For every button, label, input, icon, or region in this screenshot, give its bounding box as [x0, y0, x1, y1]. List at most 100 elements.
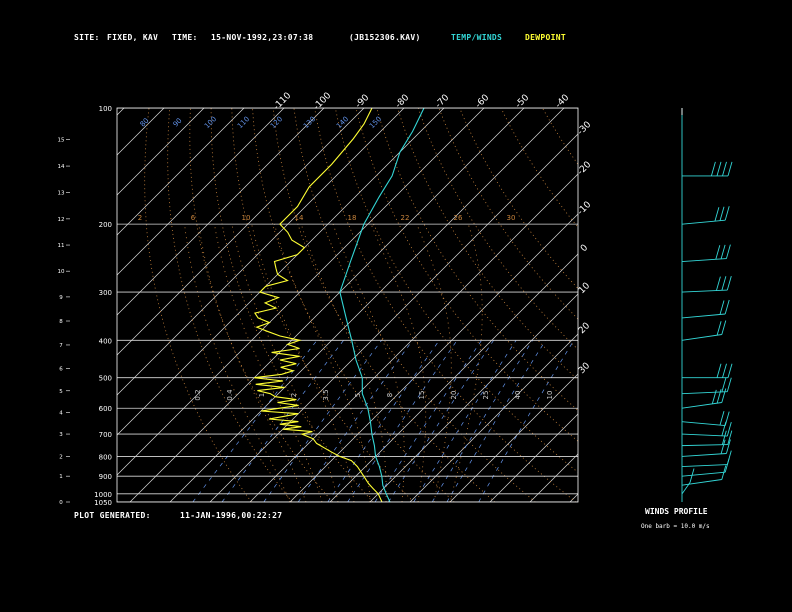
wind-barb-shaft — [681, 444, 728, 447]
mixing-ratio-line — [388, 340, 494, 502]
mixing-ratio-line — [297, 340, 413, 502]
pressure-tick-label: 1050 — [94, 499, 112, 507]
wind-barb-shaft — [681, 289, 728, 293]
mixing-ratio-label: 40 — [514, 391, 522, 400]
dry-adiabat — [334, 108, 578, 473]
pressure-tick-label: 500 — [99, 375, 112, 383]
plot-generated-label: PLOT GENERATED: — [74, 511, 151, 520]
isotherm — [117, 108, 285, 276]
isotherm — [117, 108, 405, 396]
moist-adiabat-label: 14 — [295, 214, 304, 222]
temperature-tick: 10 — [577, 281, 592, 296]
moist-adiabat — [370, 223, 427, 502]
pressure-tick-label: 400 — [99, 337, 112, 345]
temperature-tick-label: -20 — [576, 160, 594, 178]
wind-barb-flag — [716, 363, 722, 378]
isotherm — [449, 373, 578, 502]
wind-barb-flag — [724, 299, 730, 315]
temperature-tick: 30 — [577, 361, 592, 376]
wind-barb-flag — [720, 244, 726, 260]
isotherm — [369, 293, 578, 502]
wind-barb-flag — [719, 410, 725, 426]
skew-t-chart: 1002003004005006007008009001000105001234… — [58, 91, 733, 507]
wind-barb-flag — [724, 411, 730, 426]
mixing-ratio-label: 15 — [418, 391, 426, 400]
isotherm — [329, 253, 578, 502]
wind-barb-flag — [714, 207, 720, 222]
moist-adiabat — [231, 224, 339, 502]
dry-adiabat — [231, 108, 414, 502]
temperature-tick: -10 — [576, 200, 594, 218]
moist-adiabat-label: 22 — [401, 214, 410, 222]
moist-adiabat — [251, 224, 355, 502]
temperature-line — [339, 108, 425, 502]
height-km-label: 9 — [59, 295, 63, 301]
pressure-tick-label: 300 — [99, 289, 112, 297]
pressure-tick-label: 800 — [99, 453, 112, 461]
temperature-tick-label: 0 — [579, 243, 590, 254]
pressure-tick-label: 200 — [99, 221, 112, 229]
moist-adiabat — [274, 223, 371, 502]
isotherm — [117, 108, 445, 436]
wind-barb-flag — [722, 363, 727, 378]
moist-adiabat-label: 30 — [507, 214, 516, 222]
dry-adiabat — [293, 108, 536, 502]
dry-adiabat-label: 100 — [203, 115, 218, 130]
wind-barb-flag — [726, 275, 732, 291]
moist-adiabat — [198, 224, 307, 502]
isotherm — [117, 108, 205, 196]
mixing-ratio-line — [327, 340, 440, 502]
mixing-ratio-label: 8 — [386, 393, 394, 397]
mixing-ratio-line — [431, 340, 533, 502]
dry-adiabat-label: 80 — [139, 117, 151, 129]
temperature-tick: 0 — [579, 243, 590, 254]
height-km-label: 14 — [58, 164, 65, 170]
wind-barb-flag — [715, 245, 721, 260]
moist-adiabat-label: 10 — [242, 214, 251, 222]
dry-adiabat-label: 140 — [335, 115, 350, 130]
dry-adiabat — [167, 108, 293, 502]
wind-barb-flag — [716, 161, 722, 177]
wind-barb-shaft — [681, 433, 728, 437]
temperature-tick-label: 20 — [577, 321, 592, 336]
isotherm — [169, 108, 565, 502]
wind-barb-flag — [716, 321, 722, 336]
pressure-tick-label: 900 — [99, 473, 112, 481]
moist-adiabat-label: 26 — [454, 214, 463, 222]
isotherm — [117, 108, 325, 316]
pressure-tick-label: 700 — [99, 431, 112, 439]
isotherm — [409, 333, 578, 502]
height-km-label: 6 — [59, 366, 63, 372]
wind-barb-flag — [716, 389, 722, 404]
wind-profile-subtitle: One barb = 10.0 m/s — [641, 523, 710, 530]
isotherm — [489, 413, 578, 502]
wind-barb-shaft — [681, 453, 727, 457]
temperature-tick-label: -10 — [576, 200, 594, 218]
wind-barb-flag — [719, 206, 725, 221]
isotherm — [117, 108, 485, 476]
temperature-tick-label: 30 — [577, 361, 592, 376]
wind-profile-title: WINDS PROFILE — [645, 507, 708, 516]
height-km-label: 12 — [58, 217, 65, 223]
mixing-ratio-label: 25 — [482, 391, 490, 400]
wind-barb-flag — [726, 377, 732, 392]
wind-barb-flag — [719, 300, 725, 315]
wind-barb-flag — [710, 161, 716, 177]
temperature-tick: 20 — [577, 321, 592, 336]
temperature-tick-label: -30 — [576, 120, 594, 138]
dry-adiabat-label: 90 — [172, 117, 184, 129]
moist-adiabat-label: 6 — [191, 214, 196, 222]
mixing-ratio-label: 10 — [546, 391, 554, 400]
mixing-ratio-label: 20 — [450, 391, 458, 400]
wind-barb-flag — [721, 276, 727, 291]
mixing-ratio-line — [221, 340, 344, 502]
wind-barb-shaft — [681, 334, 722, 341]
mixing-ratio-label: 2 — [290, 393, 298, 397]
isotherm — [529, 453, 578, 502]
height-km-label: 3 — [59, 432, 63, 438]
moist-adiabat — [184, 224, 291, 502]
moist-adiabat-label: 18 — [348, 214, 357, 222]
dry-adiabat-label: 150 — [368, 115, 383, 130]
height-km-label: 8 — [59, 319, 63, 325]
height-km-label: 5 — [59, 389, 63, 395]
